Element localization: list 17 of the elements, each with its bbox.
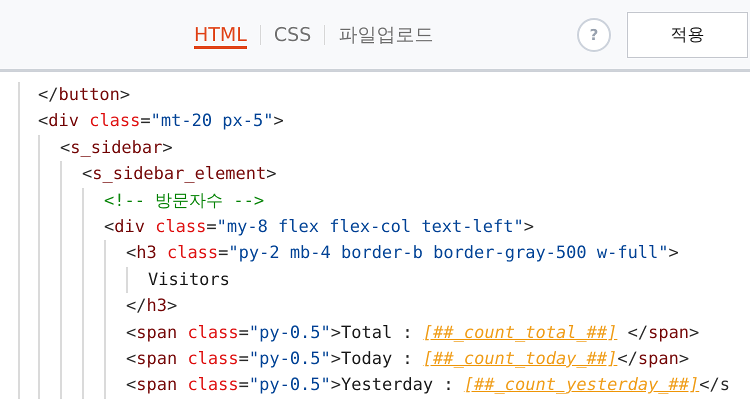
apply-button[interactable]: 적용: [627, 12, 748, 58]
code-line: <span class="py-0.5">Today : [##_count_today_##]</span>: [126, 348, 690, 371]
code-line: </button>: [38, 84, 130, 107]
help-button[interactable]: ?: [577, 18, 611, 52]
editor-tab[interactable]: HTML: [194, 0, 247, 69]
code-line: <span class="py-0.5">Yesterday : [##_count_yesterday_##]</s: [126, 374, 730, 398]
code-line: <div class="mt-20 px-5">: [38, 110, 284, 134]
code-line: <h3 class="py-2 mb-4 border-b border-gray-500 w-full">: [126, 242, 679, 266]
code-line: Visitors: [148, 268, 230, 292]
code-line: </h3>: [126, 295, 178, 318]
editor-tab[interactable]: 파일업로드: [338, 0, 434, 69]
code-line: <span class="py-0.5">Total : [##_count_total_##] </span>: [126, 322, 700, 345]
code-line: <s_sidebar>: [60, 136, 173, 160]
code-line: <!-- 방문자수 -->: [104, 190, 264, 213]
code-line: <s_sidebar_element>: [82, 163, 276, 186]
code-line: <div class="my-8 flex flex-col text-left">: [104, 216, 534, 239]
editor-tab[interactable]: CSS: [274, 0, 312, 69]
